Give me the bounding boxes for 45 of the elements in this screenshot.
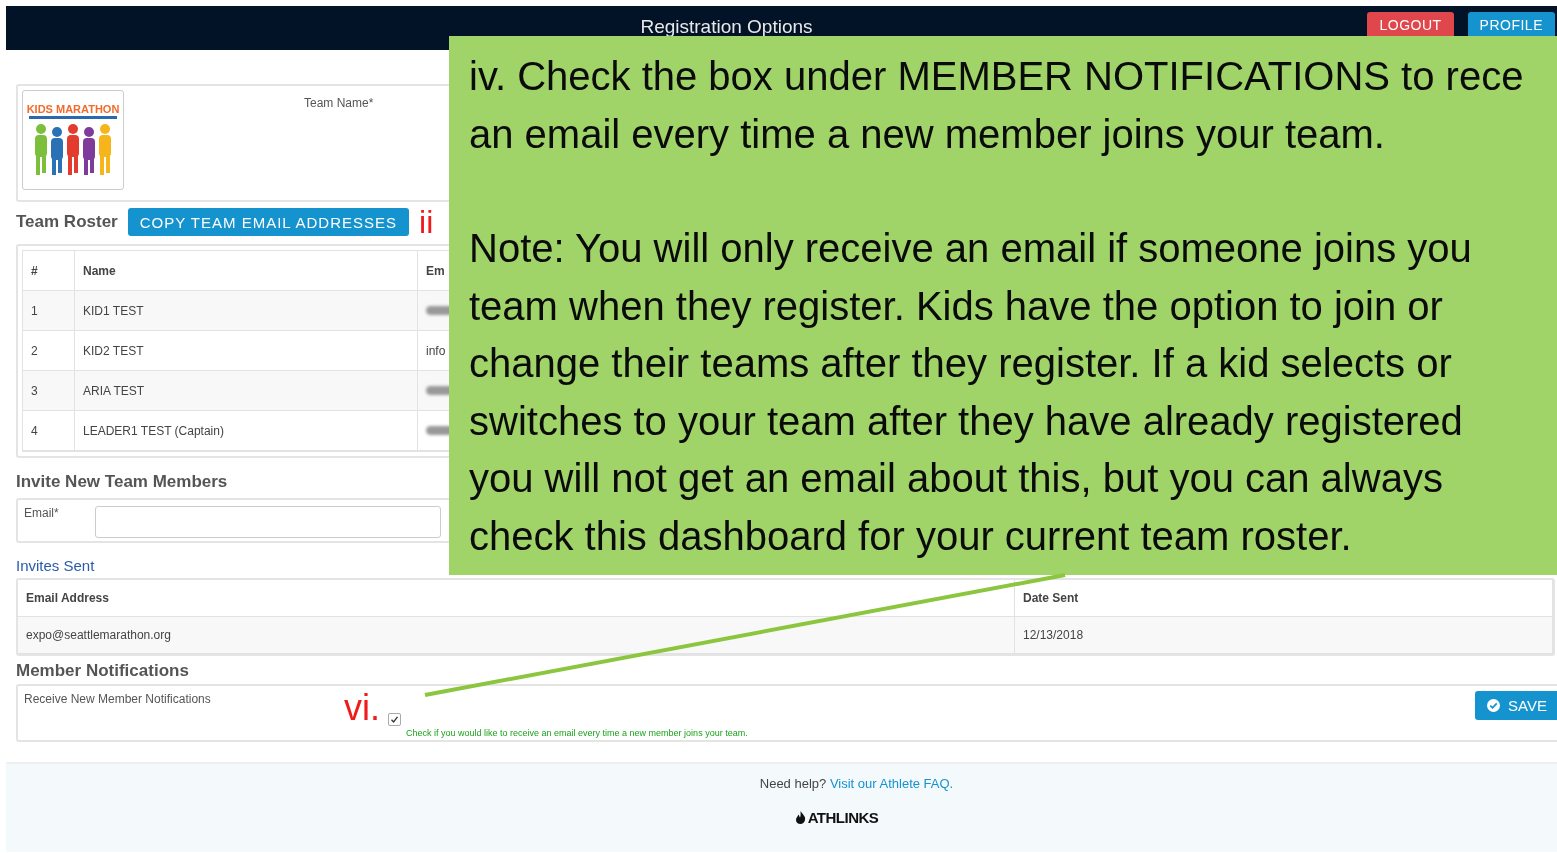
section-heading: Invite New Team Members bbox=[16, 472, 228, 492]
callout-text: check this dashboard for your current team roster. bbox=[469, 512, 1352, 560]
callout-text: change their teams after they register. If a kid selects or bbox=[469, 340, 1452, 387]
logout-button[interactable]: LOGOUT bbox=[1367, 12, 1454, 38]
table-cell: info bbox=[426, 343, 446, 358]
invites-sent-link[interactable]: Invites Sent bbox=[16, 557, 95, 574]
table-cell: KID1 TEST bbox=[75, 291, 418, 331]
table-cell: ARIA TEST bbox=[75, 371, 418, 411]
table-cell: 12/13/2018 bbox=[1015, 617, 1553, 654]
email-label: Email* bbox=[24, 505, 59, 520]
flame-icon bbox=[794, 811, 806, 824]
notifications-checkbox[interactable] bbox=[388, 713, 401, 726]
brand-logo: ATHLINKS bbox=[794, 809, 879, 826]
annotation-marker: vi. bbox=[344, 690, 380, 726]
save-button[interactable]: SAVE bbox=[1475, 691, 1557, 720]
check-circle-icon bbox=[1487, 699, 1501, 712]
table-cell: 1 bbox=[23, 291, 75, 331]
team-name-label: Team Name* bbox=[304, 95, 374, 112]
callout-text: switches to your team after they have already registered bbox=[469, 397, 1463, 445]
email-input[interactable] bbox=[94, 506, 441, 538]
copy-emails-button[interactable]: COPY TEAM EMAIL ADDRESSES bbox=[127, 208, 409, 236]
profile-button[interactable]: PROFILE bbox=[1467, 12, 1555, 38]
callout-text: you will not get an email about this, but you can always bbox=[469, 455, 1443, 502]
table-cell: 3 bbox=[23, 371, 75, 411]
column-header: Name bbox=[75, 251, 418, 291]
table-cell: KID2 TEST bbox=[75, 331, 418, 371]
column-header: # bbox=[23, 251, 75, 291]
column-header: Email Address bbox=[18, 580, 1015, 617]
kids-marathon-logo: KIDS MARATHON bbox=[22, 90, 124, 190]
page-title: Registration Options bbox=[640, 16, 813, 38]
table-cell: expo@seattlemarathon.org bbox=[18, 617, 1015, 654]
annotation-marker: ii bbox=[419, 206, 434, 238]
callout-text: iv. Check the box under MEMBER NOTIFICATIONS to rece bbox=[469, 53, 1524, 100]
notifications-label: Receive New Member Notifications bbox=[24, 691, 212, 708]
table-cell: LEADER1 TEST (Captain) bbox=[75, 411, 418, 451]
table-cell: 4 bbox=[23, 411, 75, 451]
section-heading: Member Notifications bbox=[16, 661, 189, 681]
help-sentence: Need help? Visit our Athlete FAQ. bbox=[759, 776, 954, 791]
table-cell: 2 bbox=[23, 331, 75, 371]
faq-link[interactable]: Visit our Athlete FAQ. bbox=[829, 776, 954, 791]
section-heading: Team Roster bbox=[16, 212, 118, 232]
checkmark-icon bbox=[390, 715, 399, 724]
help-text: Check if you would like to receive an email every time a new member joins your team. bbox=[406, 728, 748, 738]
callout-text: an email every time a new member joins your team. bbox=[469, 110, 1385, 158]
column-header: Date Sent bbox=[1015, 580, 1553, 617]
